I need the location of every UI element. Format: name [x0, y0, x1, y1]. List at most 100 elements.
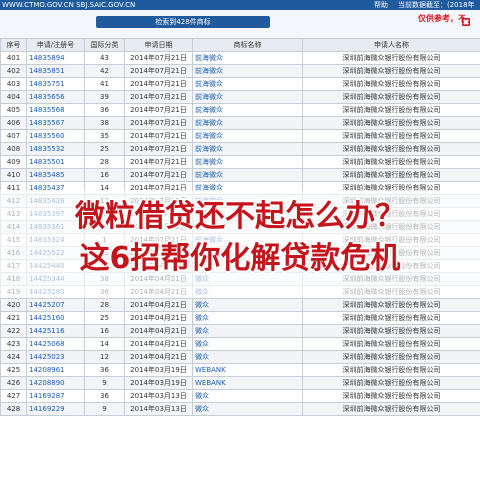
headline-line-1: 微粒借贷还不起怎么办？: [75, 199, 405, 234]
mark-name-link[interactable]: 微众: [192, 311, 303, 325]
col-header-date[interactable]: 申请日期: [124, 38, 193, 52]
mark-name-link[interactable]: 微众: [192, 298, 303, 312]
mark-name-link[interactable]: 前海微众: [192, 103, 303, 117]
mark-name-link[interactable]: 前海微众: [192, 90, 303, 104]
reg-number-link[interactable]: 14835656: [26, 90, 85, 104]
reg-number-link[interactable]: 14835560: [26, 129, 85, 143]
table-row[interactable]: 408 14835532 25 2014年07月21日 前海微众 深圳前海微众银行股份有限…: [0, 142, 480, 156]
applicant-cell: 深圳前海微众银行股份有限公司: [302, 311, 480, 325]
mark-name-link[interactable]: 微众: [192, 389, 303, 403]
row-index: 409: [0, 155, 27, 169]
reg-number-link[interactable]: 14835485: [26, 168, 85, 182]
class-cell: 9: [84, 402, 125, 416]
mark-name-link[interactable]: 前海微众: [192, 77, 303, 91]
date-cell: 2014年07月21日: [124, 90, 193, 104]
row-index: 410: [0, 168, 27, 182]
class-cell: 36: [84, 389, 125, 403]
table-row[interactable]: 402 14835851 42 2014年07月21日 前海微众 深圳前海微众银行股份有限…: [0, 64, 480, 78]
row-index: 407: [0, 129, 27, 143]
mark-name-link[interactable]: 前海微众: [192, 51, 303, 65]
row-index: 424: [0, 350, 27, 364]
mark-name-link[interactable]: 前海微众: [192, 168, 303, 182]
class-cell: 16: [84, 324, 125, 338]
table-row[interactable]: 425 14208961 36 2014年03月19日 WEBANK 深圳前海微众银行股份…: [0, 363, 480, 377]
col-header-reg-no[interactable]: 申请/注册号: [26, 38, 85, 52]
mark-name-link[interactable]: 前海微众: [192, 64, 303, 78]
table-row[interactable]: 403 14835751 41 2014年07月21日 前海微众 深圳前海微众银行股份有限…: [0, 77, 480, 91]
close-icon[interactable]: [462, 18, 470, 26]
reg-number-link[interactable]: 14169287: [26, 389, 85, 403]
mark-name-link[interactable]: 前海微众: [192, 142, 303, 156]
help-link[interactable]: 帮助: [374, 0, 388, 10]
table-row[interactable]: 426 14208890 9 2014年03月19日 WEBANK 深圳前海微众银行股份有…: [0, 376, 480, 390]
row-index: 408: [0, 142, 27, 156]
mark-name-link[interactable]: 微众: [192, 337, 303, 351]
table-row[interactable]: 428 14169229 9 2014年03月13日 微众 深圳前海微众银行股份有限公司: [0, 402, 480, 416]
col-header-applicant[interactable]: 申请人名称: [302, 38, 480, 52]
col-header-mark-name[interactable]: 商标名称: [192, 38, 303, 52]
reg-number-link[interactable]: 14835751: [26, 77, 85, 91]
date-cell: 2014年07月21日: [124, 103, 193, 117]
col-header-index[interactable]: 序号: [0, 38, 27, 52]
col-header-class[interactable]: 国际分类: [84, 38, 125, 52]
mark-name-link[interactable]: 微众: [192, 324, 303, 338]
applicant-cell: 深圳前海微众银行股份有限公司: [302, 64, 480, 78]
table-row[interactable]: 404 14835656 39 2014年07月21日 前海微众 深圳前海微众银行股份有限…: [0, 90, 480, 104]
reg-number-link[interactable]: 14425023: [26, 350, 85, 364]
date-cell: 2014年07月21日: [124, 168, 193, 182]
table-row[interactable]: 422 14425116 16 2014年04月21日 微众 深圳前海微众银行股份有限公司: [0, 324, 480, 338]
mark-name-link[interactable]: 前海微众: [192, 116, 303, 130]
reg-number-link[interactable]: 14835568: [26, 103, 85, 117]
reg-number-link[interactable]: 14425160: [26, 311, 85, 325]
headline-line-2: 这6招帮你化解贷款危机: [79, 241, 401, 276]
date-cell: 2014年07月21日: [124, 116, 193, 130]
row-index: 428: [0, 402, 27, 416]
class-cell: 35: [84, 129, 125, 143]
mark-name-link[interactable]: 前海微众: [192, 129, 303, 143]
applicant-cell: 深圳前海微众银行股份有限公司: [302, 51, 480, 65]
table-row[interactable]: 421 14425160 25 2014年04月21日 微众 深圳前海微众银行股份有限公司: [0, 311, 480, 325]
date-cell: 2014年07月21日: [124, 77, 193, 91]
result-count-button[interactable]: 检索到428件商标: [96, 16, 270, 28]
applicant-cell: 深圳前海微众银行股份有限公司: [302, 155, 480, 169]
date-cell: 2014年07月21日: [124, 155, 193, 169]
table-row[interactable]: 423 14425068 14 2014年04月21日 微众 深圳前海微众银行股份有限公司: [0, 337, 480, 351]
reg-number-link[interactable]: 14169229: [26, 402, 85, 416]
applicant-cell: 深圳前海微众银行股份有限公司: [302, 363, 480, 377]
reg-number-link[interactable]: 14835532: [26, 142, 85, 156]
mark-name-link[interactable]: 微众: [192, 402, 303, 416]
table-row[interactable]: 407 14835560 35 2014年07月21日 前海微众 深圳前海微众银行股份有限…: [0, 129, 480, 143]
reg-number-link[interactable]: 14835894: [26, 51, 85, 65]
reg-number-link[interactable]: 14835851: [26, 64, 85, 78]
table-row[interactable]: 410 14835485 16 2014年07月21日 前海微众 深圳前海微众银行股份有限…: [0, 168, 480, 182]
reg-number-link[interactable]: 14425207: [26, 298, 85, 312]
reg-number-link[interactable]: 14835567: [26, 116, 85, 130]
applicant-cell: 深圳前海微众银行股份有限公司: [302, 402, 480, 416]
table-row[interactable]: 409 14835501 28 2014年07月21日 前海微众 深圳前海微众银行股份有限…: [0, 155, 480, 169]
data-deadline: 当前数据截至：(2018年: [398, 1, 475, 9]
mark-name-link[interactable]: WEBANK: [192, 376, 303, 390]
reg-number-link[interactable]: 14425116: [26, 324, 85, 338]
table-row[interactable]: 427 14169287 36 2014年03月13日 微众 深圳前海微众银行股份有限公司: [0, 389, 480, 403]
info-bar: 检索到428件商标 仅供参考，不: [0, 10, 480, 38]
reference-note: 仅供参考，不: [418, 14, 466, 23]
row-index: 405: [0, 103, 27, 117]
mark-name-link[interactable]: 前海微众: [192, 155, 303, 169]
reg-number-link[interactable]: 14208890: [26, 376, 85, 390]
reg-number-link[interactable]: 14208961: [26, 363, 85, 377]
mark-name-link[interactable]: WEBANK: [192, 363, 303, 377]
row-index: 426: [0, 376, 27, 390]
mark-name-link[interactable]: 微众: [192, 350, 303, 364]
reg-number-link[interactable]: 14425068: [26, 337, 85, 351]
row-index: 421: [0, 311, 27, 325]
class-cell: 25: [84, 311, 125, 325]
table-row[interactable]: 405 14835568 36 2014年07月21日 前海微众 深圳前海微众银行股份有限…: [0, 103, 480, 117]
class-cell: 36: [84, 103, 125, 117]
date-cell: 2014年07月21日: [124, 129, 193, 143]
table-row[interactable]: 424 14425023 12 2014年04月21日 微众 深圳前海微众银行股份有限公司: [0, 350, 480, 364]
reg-number-link[interactable]: 14835501: [26, 155, 85, 169]
table-row[interactable]: 406 14835567 38 2014年07月21日 前海微众 深圳前海微众银行股份有限…: [0, 116, 480, 130]
table-row[interactable]: 401 14835894 43 2014年07月21日 前海微众 深圳前海微众银行股份有限…: [0, 51, 480, 65]
table-row[interactable]: 420 14425207 28 2014年04月21日 微众 深圳前海微众银行股份有限公司: [0, 298, 480, 312]
row-index: 406: [0, 116, 27, 130]
